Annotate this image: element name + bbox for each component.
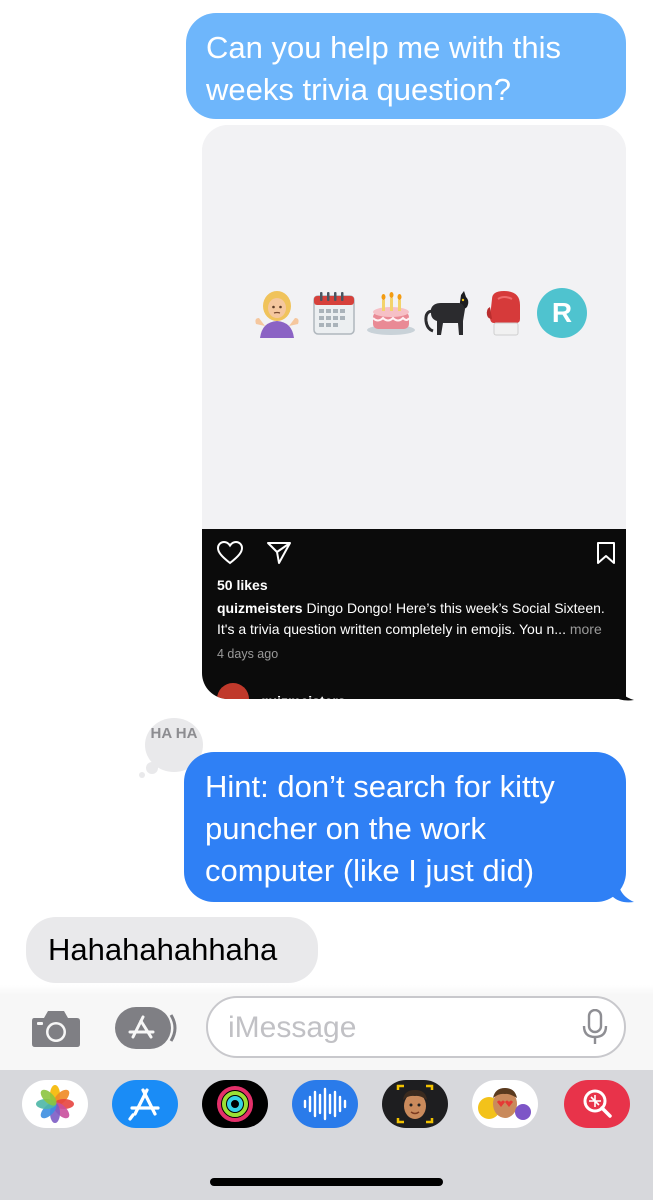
shared-post-card[interactable]: R 50 likes quizmeisters Dingo Dongo! Her…	[202, 125, 626, 699]
photos-app-icon[interactable]	[22, 1080, 88, 1128]
message-text: Can you help me with this weeks trivia q…	[206, 30, 561, 107]
outgoing-message-bubble[interactable]: Hint: don’t search for kitty puncher on …	[184, 752, 626, 902]
person-shrugging-emoji	[252, 288, 302, 338]
bubble-tail	[612, 684, 634, 701]
post-caption: quizmeisters Dingo Dongo! Here’s this we…	[217, 598, 617, 640]
heart-icon[interactable]	[216, 540, 244, 570]
audio-message-icon[interactable]	[292, 1080, 358, 1128]
calendar-emoji	[309, 288, 359, 338]
activity-app-icon[interactable]	[202, 1080, 268, 1128]
microphone-icon[interactable]	[582, 1008, 608, 1047]
black-cat-emoji	[423, 288, 473, 338]
share-icon[interactable]	[266, 541, 292, 570]
bookmark-icon[interactable]	[596, 541, 616, 570]
memoji-stickers-icon[interactable]	[472, 1080, 538, 1128]
tapback-haha: HA HA	[150, 725, 198, 742]
message-text: Hint: don’t search for kitty puncher on …	[205, 769, 555, 888]
message-placeholder: iMessage	[228, 1011, 357, 1044]
post-footer: 50 likes quizmeisters Dingo Dongo! Here’…	[202, 529, 626, 699]
outgoing-message-bubble[interactable]: Can you help me with this weeks trivia q…	[186, 13, 626, 119]
boxing-glove-emoji	[480, 288, 530, 338]
more-link[interactable]: more	[570, 621, 602, 637]
message-text: Hahahahahhaha	[48, 932, 278, 967]
letter-r-emoji: R	[537, 288, 587, 338]
home-indicator[interactable]	[210, 1178, 443, 1186]
likes-count: 50 likes	[217, 577, 268, 593]
memoji-icon[interactable]	[382, 1080, 448, 1128]
app-store-icon[interactable]	[112, 1080, 178, 1128]
emoji-row: R	[252, 285, 592, 341]
birthday-cake-emoji	[366, 288, 416, 338]
author-name: quizmeisters	[260, 693, 346, 699]
post-image: R	[202, 125, 626, 529]
incoming-message-bubble[interactable]: Hahahahahhaha	[26, 917, 318, 983]
author-avatar	[217, 683, 249, 699]
bubble-tail	[612, 882, 634, 903]
apps-icon[interactable]	[115, 1007, 179, 1049]
tapback-tail	[139, 772, 145, 778]
image-search-icon[interactable]	[564, 1080, 630, 1128]
camera-icon[interactable]	[28, 1006, 84, 1050]
emoji-letter: R	[551, 297, 573, 328]
post-date: 4 days ago	[217, 647, 279, 661]
post-username: quizmeisters	[217, 600, 303, 616]
input-bar-fade	[0, 985, 653, 995]
